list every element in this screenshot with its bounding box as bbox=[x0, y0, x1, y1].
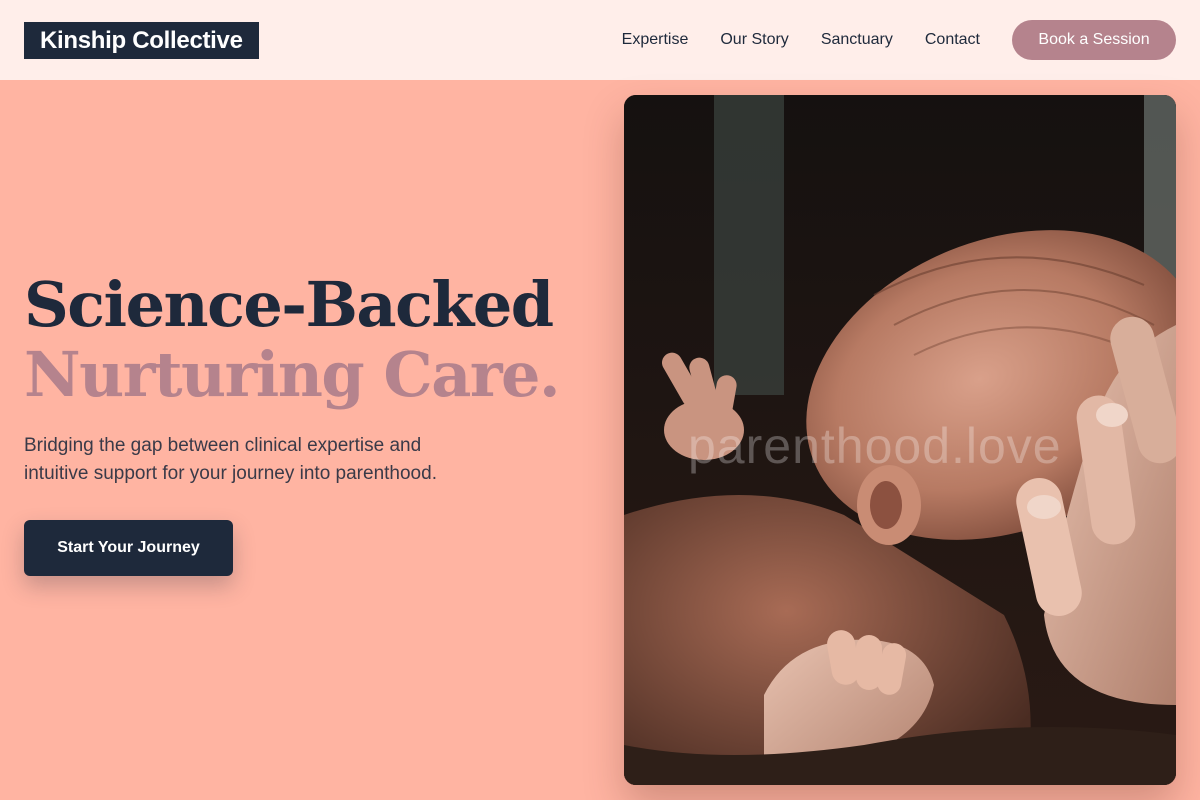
logo[interactable]: Kinship Collective bbox=[24, 21, 259, 59]
nav-link-contact[interactable]: Contact bbox=[925, 31, 980, 49]
nav-link-our-story[interactable]: Our Story bbox=[720, 31, 788, 49]
headline-line-1: Science-Backed bbox=[24, 268, 554, 341]
hero-headline: Science-Backed Nurturing Care. bbox=[24, 270, 594, 410]
start-journey-button[interactable]: Start Your Journey bbox=[24, 520, 233, 576]
hero-subtext: Bridging the gap between clinical expert… bbox=[24, 435, 437, 484]
top-navbar: Kinship Collective Expertise Our Story S… bbox=[0, 0, 1200, 80]
nav-link-sanctuary[interactable]: Sanctuary bbox=[821, 31, 893, 49]
book-session-button[interactable]: Book a Session bbox=[1012, 20, 1176, 60]
nav-links: Expertise Our Story Sanctuary Contact Bo… bbox=[622, 20, 1176, 60]
hero-photo: parenthood.love bbox=[624, 95, 1176, 785]
hero-text: Science-Backed Nurturing Care. Bridging … bbox=[24, 270, 594, 576]
headline-line-2: Nurturing Care. bbox=[24, 338, 561, 411]
photo-watermark: parenthood.love bbox=[688, 418, 1062, 474]
nav-link-expertise[interactable]: Expertise bbox=[622, 31, 689, 49]
